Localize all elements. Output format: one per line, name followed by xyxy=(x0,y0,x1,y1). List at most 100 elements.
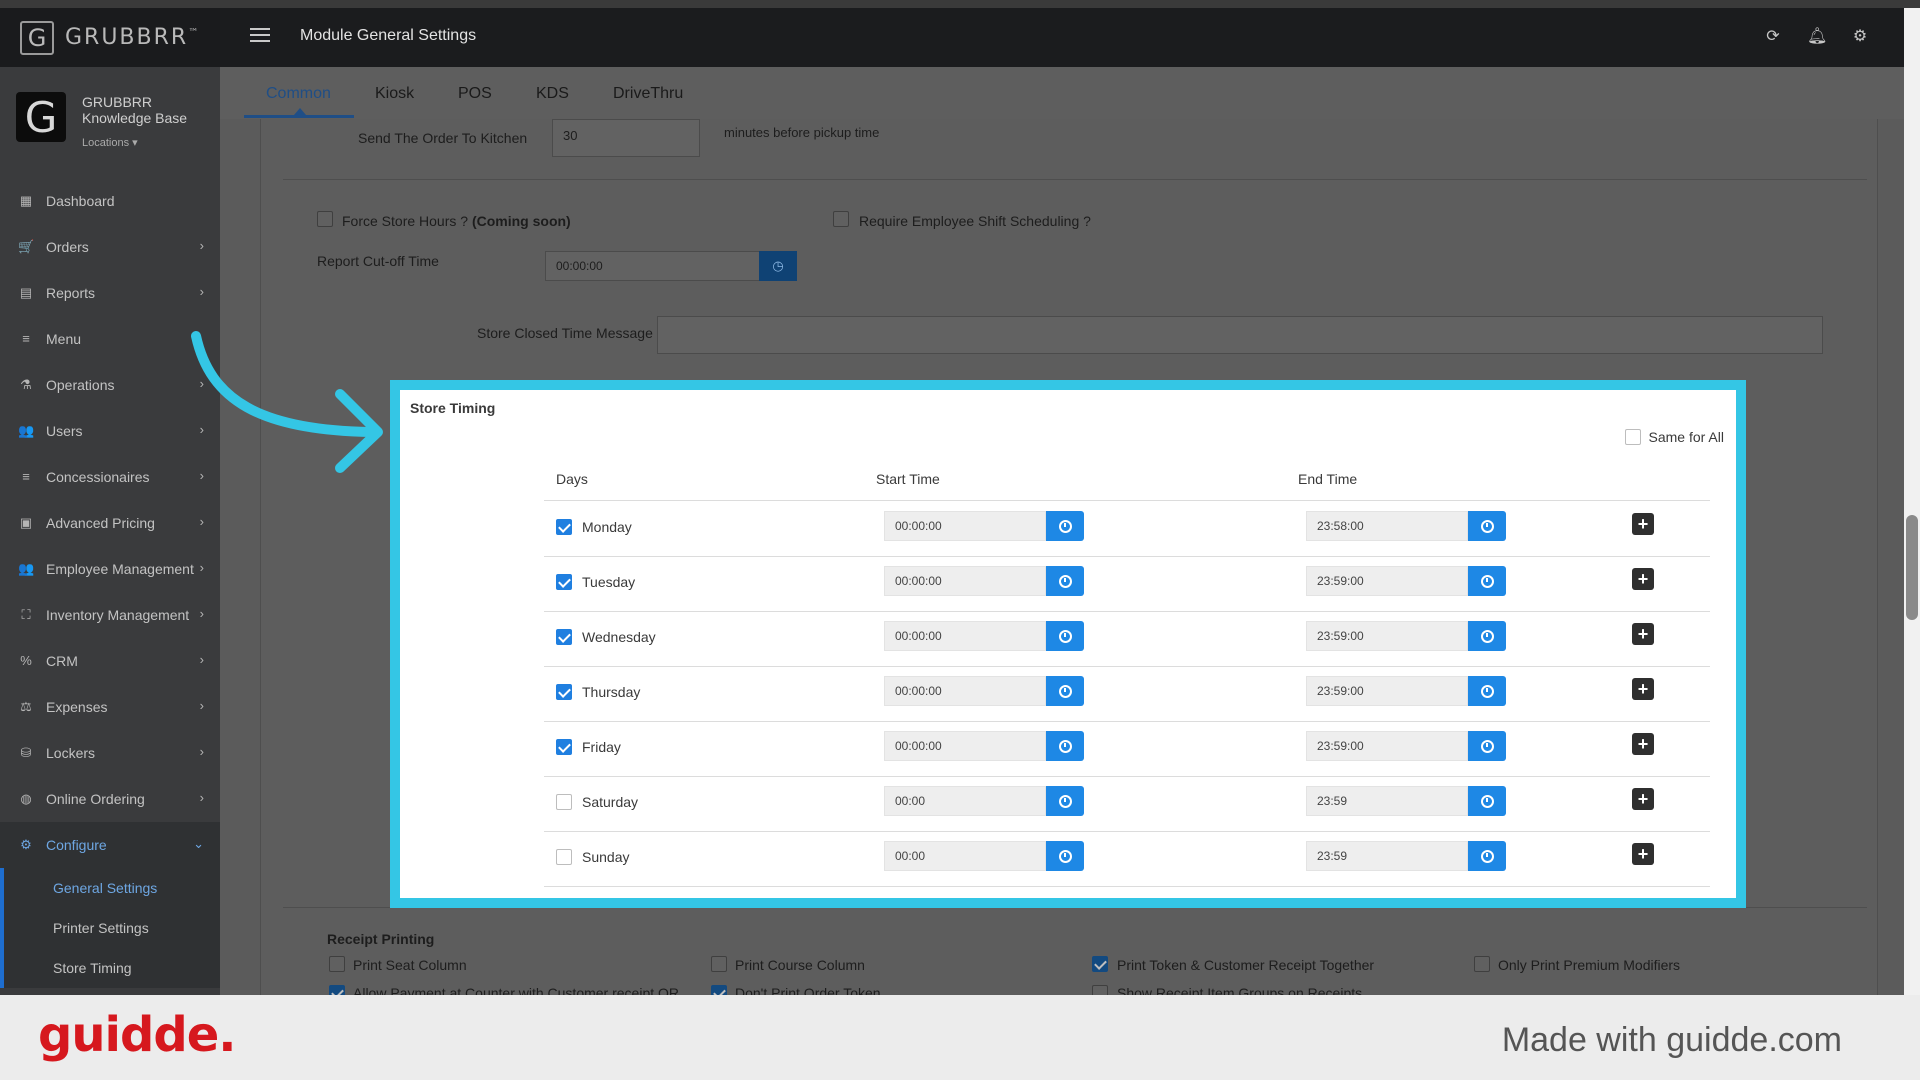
day-checkbox[interactable] xyxy=(556,794,572,810)
same-for-all-checkbox[interactable] xyxy=(1624,429,1641,445)
report-cutoff-clock-button[interactable]: ◷ xyxy=(759,251,797,281)
sidebar-item-orders[interactable]: 🛒 Orders › xyxy=(0,224,220,270)
sidebar-item-reports[interactable]: ▤ Reports › xyxy=(0,270,220,316)
day-checkbox[interactable] xyxy=(556,739,572,755)
day-checkbox[interactable] xyxy=(556,574,572,590)
day-label: Friday xyxy=(582,739,621,755)
start-time-clock-button[interactable] xyxy=(1046,731,1084,761)
table-row: Thursday 00:00:00 23:59:00 + xyxy=(544,666,1710,721)
sidebar-item-crm[interactable]: % CRM › xyxy=(0,638,220,684)
same-for-all-label: Same for All xyxy=(1648,429,1724,445)
tab-pos[interactable]: POS xyxy=(458,85,492,103)
scrollbar-thumb[interactable] xyxy=(1906,515,1918,620)
start-time-clock-button[interactable] xyxy=(1046,676,1084,706)
users-icon: 👥 xyxy=(18,423,35,438)
hamburger-menu-icon[interactable] xyxy=(250,28,270,44)
end-time-clock-button[interactable] xyxy=(1468,511,1506,541)
sidebar-item-inventory-management[interactable]: ⛶ Inventory Management › xyxy=(0,592,220,638)
require-shift-checkbox[interactable] xyxy=(833,211,849,227)
end-time-input[interactable]: 23:59:00 xyxy=(1306,731,1468,761)
tab-common[interactable]: Common xyxy=(266,85,331,103)
add-time-slot-button[interactable]: + xyxy=(1632,513,1654,535)
start-time-clock-button[interactable] xyxy=(1046,841,1084,871)
add-time-slot-button[interactable]: + xyxy=(1632,733,1654,755)
clock-icon xyxy=(1480,684,1494,698)
end-time-input[interactable]: 23:58:00 xyxy=(1306,511,1468,541)
bell-icon[interactable]: 🔔︎ xyxy=(1807,26,1827,46)
day-checkbox[interactable] xyxy=(556,629,572,645)
sidebar-item-expenses[interactable]: ⚖ Expenses › xyxy=(0,684,220,730)
day-checkbox[interactable] xyxy=(556,519,572,535)
end-time-clock-button[interactable] xyxy=(1468,566,1506,596)
print-token-checkbox[interactable] xyxy=(1092,956,1108,972)
table-row: Wednesday 00:00:00 23:59:00 + xyxy=(544,611,1710,666)
closed-msg-input[interactable] xyxy=(657,316,1823,354)
chevron-right-icon: › xyxy=(199,606,204,621)
end-time-input[interactable]: 23:59 xyxy=(1306,786,1468,816)
only-premium-checkbox[interactable] xyxy=(1474,956,1490,972)
sidebar-item-online-ordering[interactable]: ◍ Online Ordering › xyxy=(0,776,220,822)
add-time-slot-button[interactable]: + xyxy=(1632,623,1654,645)
end-time-input[interactable]: 23:59:00 xyxy=(1306,676,1468,706)
tab-kiosk[interactable]: Kiosk xyxy=(375,85,414,103)
sidebar-item-label: Dashboard xyxy=(46,193,115,209)
start-time-input[interactable]: 00:00:00 xyxy=(884,566,1046,596)
money-icon: ▣ xyxy=(19,515,33,530)
add-time-slot-button[interactable]: + xyxy=(1632,788,1654,810)
report-cutoff-input[interactable]: 00:00:00 xyxy=(545,251,761,281)
sidebar-item-configure[interactable]: ⚙ Configure ⌄ xyxy=(0,822,220,868)
show-receipt-checkbox[interactable] xyxy=(1092,985,1108,995)
clock-icon xyxy=(1058,684,1072,698)
sidebar-item-lockers[interactable]: ⛁ Lockers › xyxy=(0,730,220,776)
chevron-right-icon: › xyxy=(199,652,204,667)
end-time-clock-button[interactable] xyxy=(1468,841,1506,871)
gear-icon[interactable]: ⚙ xyxy=(1850,26,1870,46)
end-time-clock-button[interactable] xyxy=(1468,731,1506,761)
scrollbar-track[interactable] xyxy=(1904,8,1920,995)
send-order-input[interactable]: 30 xyxy=(552,119,700,157)
force-store-hours-checkbox[interactable] xyxy=(317,211,333,227)
refresh-icon[interactable]: ⟳ xyxy=(1763,26,1783,46)
add-time-slot-button[interactable]: + xyxy=(1632,568,1654,590)
sidebar-item-dashboard[interactable]: ▦ Dashboard xyxy=(0,178,220,224)
day-checkbox[interactable] xyxy=(556,684,572,700)
end-time-input[interactable]: 23:59 xyxy=(1306,841,1468,871)
tab-kds[interactable]: KDS xyxy=(536,85,569,103)
start-time-input[interactable]: 00:00 xyxy=(884,841,1046,871)
same-for-all[interactable]: Same for All xyxy=(1624,429,1724,445)
end-time-input[interactable]: 23:59:00 xyxy=(1306,566,1468,596)
topbar: Module General Settings ⟳ 🔔︎ ⚙ xyxy=(220,8,1904,67)
start-time-clock-button[interactable] xyxy=(1046,511,1084,541)
start-time-clock-button[interactable] xyxy=(1046,621,1084,651)
start-time-input[interactable]: 00:00 xyxy=(884,786,1046,816)
print-seat-checkbox[interactable] xyxy=(329,956,345,972)
sidebar-subitem-printer-settings[interactable]: Printer Settings xyxy=(0,908,220,948)
allow-payment-checkbox[interactable] xyxy=(329,985,345,995)
add-time-slot-button[interactable]: + xyxy=(1632,843,1654,865)
store-timing-title: Store Timing xyxy=(410,400,496,416)
tab-drivethru[interactable]: DriveThru xyxy=(613,85,683,103)
dont-print-checkbox[interactable] xyxy=(711,985,727,995)
sidebar-item-employee-management[interactable]: 👥 Employee Management › xyxy=(0,546,220,592)
clock-icon xyxy=(1480,574,1494,588)
sidebar-subitem-store-timing[interactable]: Store Timing xyxy=(0,948,220,988)
day-label: Thursday xyxy=(582,684,641,700)
add-time-slot-button[interactable]: + xyxy=(1632,678,1654,700)
print-course-checkbox[interactable] xyxy=(711,956,727,972)
start-time-input[interactable]: 00:00:00 xyxy=(884,731,1046,761)
print-token-label: Print Token & Customer Receipt Together xyxy=(1117,957,1375,973)
start-time-input[interactable]: 00:00:00 xyxy=(884,621,1046,651)
chevron-right-icon: › xyxy=(199,560,204,575)
day-checkbox[interactable] xyxy=(556,849,572,865)
start-time-clock-button[interactable] xyxy=(1046,786,1084,816)
start-time-input[interactable]: 00:00:00 xyxy=(884,676,1046,706)
end-time-input[interactable]: 23:59:00 xyxy=(1306,621,1468,651)
end-time-clock-button[interactable] xyxy=(1468,786,1506,816)
start-time-input[interactable]: 00:00:00 xyxy=(884,511,1046,541)
locations-dropdown[interactable]: Locations ▾ xyxy=(82,136,138,149)
end-time-clock-button[interactable] xyxy=(1468,621,1506,651)
end-time-clock-button[interactable] xyxy=(1468,676,1506,706)
start-time-clock-button[interactable] xyxy=(1046,566,1084,596)
sidebar-subitem-general-settings[interactable]: General Settings xyxy=(0,868,220,908)
sidebar-item-advanced-pricing[interactable]: ▣ Advanced Pricing › xyxy=(0,500,220,546)
